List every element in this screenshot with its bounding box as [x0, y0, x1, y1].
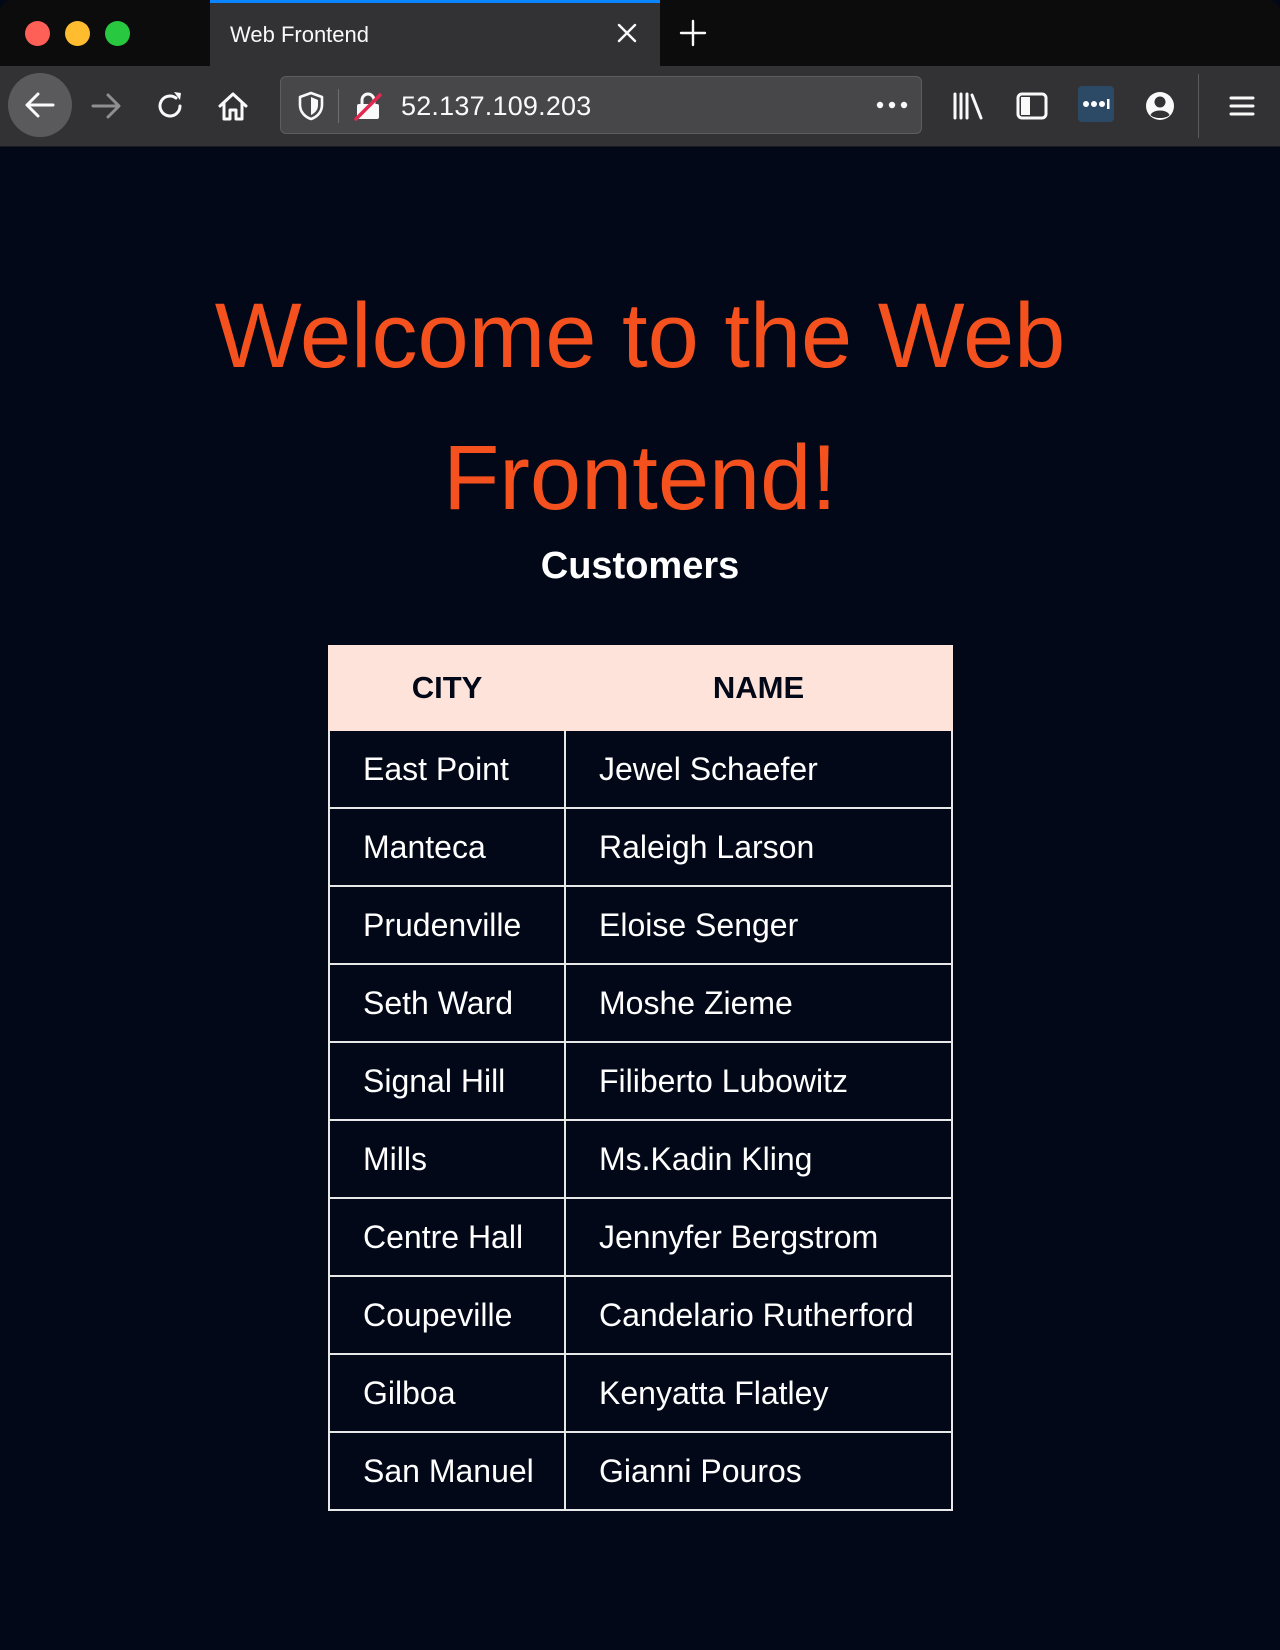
- name-cell: Ms.Kadin Kling: [564, 1119, 953, 1199]
- home-icon: [218, 92, 248, 121]
- table-row: Gilboa Kenyatta Flatley: [328, 1353, 953, 1433]
- table-row: Prudenville Eloise Senger: [328, 885, 953, 965]
- column-header-city: CITY: [328, 645, 566, 731]
- shield-icon[interactable]: [297, 91, 325, 126]
- tab-active-indicator: [210, 0, 660, 3]
- name-cell: Filiberto Lubowitz: [564, 1041, 953, 1121]
- city-cell: East Point: [328, 729, 566, 809]
- table-row: Centre Hall Jennyfer Bergstrom: [328, 1197, 953, 1277]
- customers-heading: Customers: [540, 545, 740, 587]
- table-row: Seth Ward Moshe Zieme: [328, 963, 953, 1043]
- url-text[interactable]: 52.137.109.203: [401, 91, 591, 122]
- library-button[interactable]: [950, 88, 986, 124]
- insecure-lock-icon[interactable]: [353, 91, 383, 126]
- more-dots-icon[interactable]: [875, 97, 909, 118]
- tab-title: Web Frontend: [230, 22, 370, 47]
- window-close-button[interactable]: [25, 21, 50, 46]
- back-button[interactable]: [8, 73, 72, 137]
- name-cell: Eloise Senger: [564, 885, 953, 965]
- city-cell: Prudenville: [328, 885, 566, 965]
- forward-button[interactable]: [88, 88, 124, 124]
- city-cell: Coupeville: [328, 1275, 566, 1355]
- library-icon: [953, 92, 983, 120]
- name-cell: Gianni Pouros: [564, 1431, 953, 1511]
- hamburger-menu-icon: [1229, 96, 1255, 116]
- extension-button[interactable]: [1078, 86, 1114, 122]
- extension-icon: [1083, 99, 1110, 109]
- toolbar-separator: [1198, 74, 1199, 138]
- close-icon[interactable]: [616, 22, 638, 44]
- city-cell: Gilboa: [328, 1353, 566, 1433]
- window-minimize-button[interactable]: [65, 21, 90, 46]
- customers-table: CITY NAME East Point Jewel Schaefer Mant…: [328, 645, 953, 1511]
- home-button[interactable]: [215, 88, 251, 124]
- back-arrow-icon: [25, 92, 55, 118]
- menu-button[interactable]: [1224, 88, 1260, 124]
- table-row: Coupeville Candelario Rutherford: [328, 1275, 953, 1355]
- name-cell: Candelario Rutherford: [564, 1275, 953, 1355]
- table-row: East Point Jewel Schaefer: [328, 729, 953, 809]
- city-cell: San Manuel: [328, 1431, 566, 1511]
- navigation-toolbar: 52.137.109.203: [0, 66, 1280, 147]
- name-cell: Jewel Schaefer: [564, 729, 953, 809]
- window-zoom-button[interactable]: [105, 21, 130, 46]
- table-row: Manteca Raleigh Larson: [328, 807, 953, 887]
- sidebar-icon: [1016, 92, 1048, 120]
- table-row: Signal Hill Filiberto Lubowitz: [328, 1041, 953, 1121]
- table-header-row: CITY NAME: [328, 645, 953, 731]
- name-cell: Moshe Zieme: [564, 963, 953, 1043]
- name-cell: Jennyfer Bergstrom: [564, 1197, 953, 1277]
- plus-icon[interactable]: [678, 18, 708, 48]
- city-cell: Mills: [328, 1119, 566, 1199]
- name-cell: Raleigh Larson: [564, 807, 953, 887]
- reload-icon: [158, 92, 182, 118]
- address-bar[interactable]: 52.137.109.203: [280, 76, 922, 134]
- tab-web-frontend[interactable]: Web Frontend: [210, 0, 660, 66]
- name-cell: Kenyatta Flatley: [564, 1353, 953, 1433]
- account-button[interactable]: [1142, 88, 1178, 124]
- forward-arrow-icon: [91, 93, 121, 119]
- city-cell: Seth Ward: [328, 963, 566, 1043]
- city-cell: Signal Hill: [328, 1041, 566, 1121]
- url-separator: [338, 89, 339, 123]
- sidebar-button[interactable]: [1014, 88, 1050, 124]
- city-cell: Manteca: [328, 807, 566, 887]
- column-header-name: NAME: [564, 645, 953, 731]
- reload-button[interactable]: [152, 88, 188, 124]
- city-cell: Centre Hall: [328, 1197, 566, 1277]
- page-title: Welcome to the Web Frontend!: [214, 285, 1066, 529]
- account-icon: [1146, 92, 1174, 120]
- table-row: San Manuel Gianni Pouros: [328, 1431, 953, 1511]
- page-content: Welcome to the Web Frontend! Customers C…: [0, 147, 1280, 1650]
- browser-window: Web Frontend 52.137.109.203 Welcome to t…: [0, 0, 1280, 1650]
- tab-strip: Web Frontend: [0, 0, 1280, 66]
- table-row: Mills Ms.Kadin Kling: [328, 1119, 953, 1199]
